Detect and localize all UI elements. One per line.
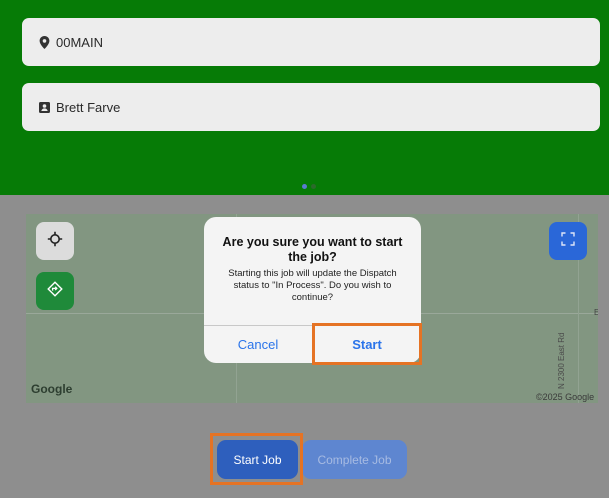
contact-card-icon bbox=[36, 99, 52, 115]
map-copyright: ©2025 Google bbox=[536, 392, 595, 402]
confirm-start-highlight bbox=[312, 323, 422, 365]
dialog-title: Are you sure you want to start the job? bbox=[222, 235, 403, 264]
map-road-label: N 2300 East Rd bbox=[557, 332, 566, 390]
page-indicator[interactable] bbox=[302, 183, 316, 189]
page-dot-active[interactable] bbox=[302, 183, 307, 189]
fullscreen-icon bbox=[561, 231, 575, 251]
page-dot[interactable] bbox=[311, 183, 316, 189]
cancel-button[interactable]: Cancel bbox=[204, 325, 312, 363]
location-pin-icon bbox=[36, 34, 52, 50]
complete-job-button[interactable]: Complete Job bbox=[302, 440, 407, 479]
map-edge-label: E bbox=[594, 308, 598, 317]
my-location-button[interactable] bbox=[36, 222, 74, 260]
contact-value: Brett Farve bbox=[56, 99, 121, 115]
contact-field[interactable]: Brett Farve bbox=[22, 83, 600, 131]
crosshair-icon bbox=[47, 231, 63, 252]
directions-button[interactable] bbox=[36, 272, 74, 310]
dialog-message: Starting this job will update the Dispat… bbox=[228, 268, 397, 303]
location-value: 00MAIN bbox=[56, 34, 103, 50]
start-job-highlight bbox=[210, 433, 303, 485]
location-field[interactable]: 00MAIN bbox=[22, 18, 600, 66]
directions-icon bbox=[47, 280, 63, 302]
google-logo: Google bbox=[31, 382, 73, 396]
fullscreen-button[interactable] bbox=[549, 222, 587, 260]
